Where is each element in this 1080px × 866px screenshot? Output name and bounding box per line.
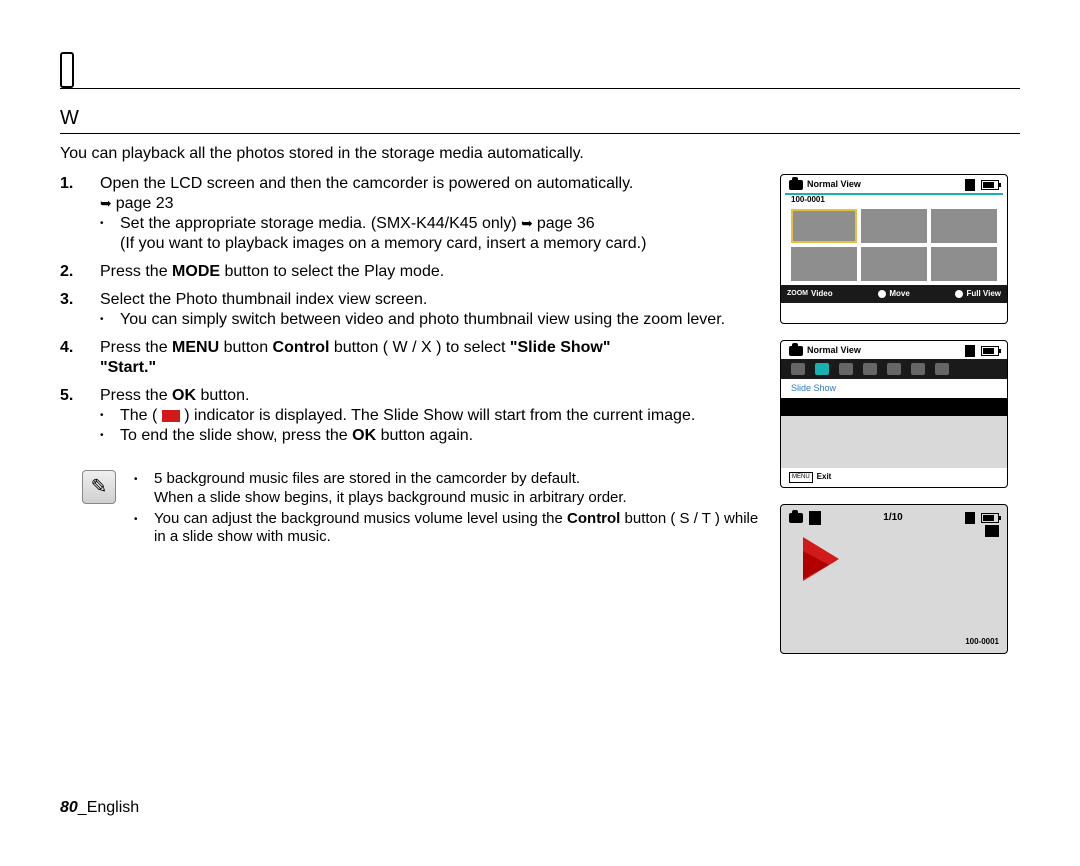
page-ref-23: page 23 bbox=[100, 195, 174, 212]
thumb-5[interactable] bbox=[861, 247, 927, 281]
note-1: 5 background music files are stored in t… bbox=[134, 470, 768, 508]
menu-ico-5[interactable] bbox=[887, 363, 901, 375]
lcd-thumbnail-view: Normal View 100-0001 bbox=[780, 174, 1008, 324]
battery-icon bbox=[981, 346, 999, 356]
lcd-menu-view: Normal View Slide Show bbox=[780, 340, 1008, 488]
step-1-sub: Set the appropriate storage media. (SMX-… bbox=[100, 214, 768, 254]
battery-icon bbox=[981, 513, 999, 523]
step-5: 5. Press the OK button. The ( ) indicato… bbox=[100, 386, 768, 446]
step-5-sub-1: The ( ) indicator is displayed. The Slid… bbox=[100, 406, 768, 426]
slide-show-option[interactable]: Slide Show bbox=[781, 379, 1007, 398]
fullview-icon bbox=[955, 290, 963, 298]
page-footer: 80_English bbox=[60, 798, 139, 818]
move-icon bbox=[878, 290, 886, 298]
view-title: Normal View bbox=[807, 179, 861, 190]
video-label: Video bbox=[811, 289, 833, 299]
camera-icon bbox=[789, 180, 803, 190]
camera-icon bbox=[789, 513, 803, 523]
menu-ico-4[interactable] bbox=[863, 363, 877, 375]
camera-icon bbox=[789, 346, 803, 356]
fullview-label: Full View bbox=[966, 289, 1001, 299]
thumb-1[interactable] bbox=[791, 209, 857, 243]
menu-icon-row bbox=[781, 359, 1007, 379]
step-3-sub: You can simply switch between video and … bbox=[100, 310, 768, 330]
battery-icon bbox=[981, 180, 999, 190]
lcd-slideshow-play: 1/10 100-0001 bbox=[780, 504, 1008, 654]
folder-label: 100-0001 bbox=[965, 637, 999, 647]
menu-ico-6[interactable] bbox=[911, 363, 925, 375]
header-divider bbox=[60, 88, 1020, 89]
thumb-6[interactable] bbox=[931, 247, 997, 281]
storage-icon bbox=[809, 511, 821, 525]
slideshow-play-icon-shadow bbox=[803, 551, 829, 579]
play-tab-icon bbox=[60, 52, 74, 88]
thumb-4[interactable] bbox=[791, 247, 857, 281]
slideshow-indicator-icon bbox=[162, 410, 180, 422]
menu-ico-3[interactable] bbox=[839, 363, 853, 375]
card-icon bbox=[985, 525, 999, 537]
menu-exit[interactable]: MENU Exit bbox=[789, 472, 831, 484]
step-1: 1. Open the LCD screen and then the camc… bbox=[100, 174, 768, 254]
menu-ico-7[interactable] bbox=[935, 363, 949, 375]
note-2: You can adjust the background musics vol… bbox=[134, 510, 768, 548]
menu-ico-1[interactable] bbox=[791, 363, 805, 375]
thumb-3[interactable] bbox=[931, 209, 997, 243]
photo-counter: 1/10 bbox=[883, 512, 902, 525]
storage-icon bbox=[965, 179, 975, 191]
step-3: 3. Select the Photo thumbnail index view… bbox=[100, 290, 768, 330]
move-label: Move bbox=[889, 289, 909, 299]
section-title: W bbox=[60, 106, 1020, 134]
intro-text: You can playback all the photos stored i… bbox=[60, 144, 1020, 164]
storage-icon-2 bbox=[965, 512, 975, 524]
step-5-sub-2: To end the slide show, press the OK butt… bbox=[100, 426, 768, 446]
view-title: Normal View bbox=[807, 345, 861, 356]
step-2: 2. Press the MODE button to select the P… bbox=[100, 262, 768, 282]
folder-label: 100-0001 bbox=[781, 195, 1007, 205]
menu-ico-slideshow[interactable] bbox=[815, 363, 829, 375]
note-icon: ✎ bbox=[82, 470, 116, 504]
step-4: 4. Press the MENU button Control button … bbox=[100, 338, 768, 378]
thumb-2[interactable] bbox=[861, 209, 927, 243]
storage-icon bbox=[965, 345, 975, 357]
